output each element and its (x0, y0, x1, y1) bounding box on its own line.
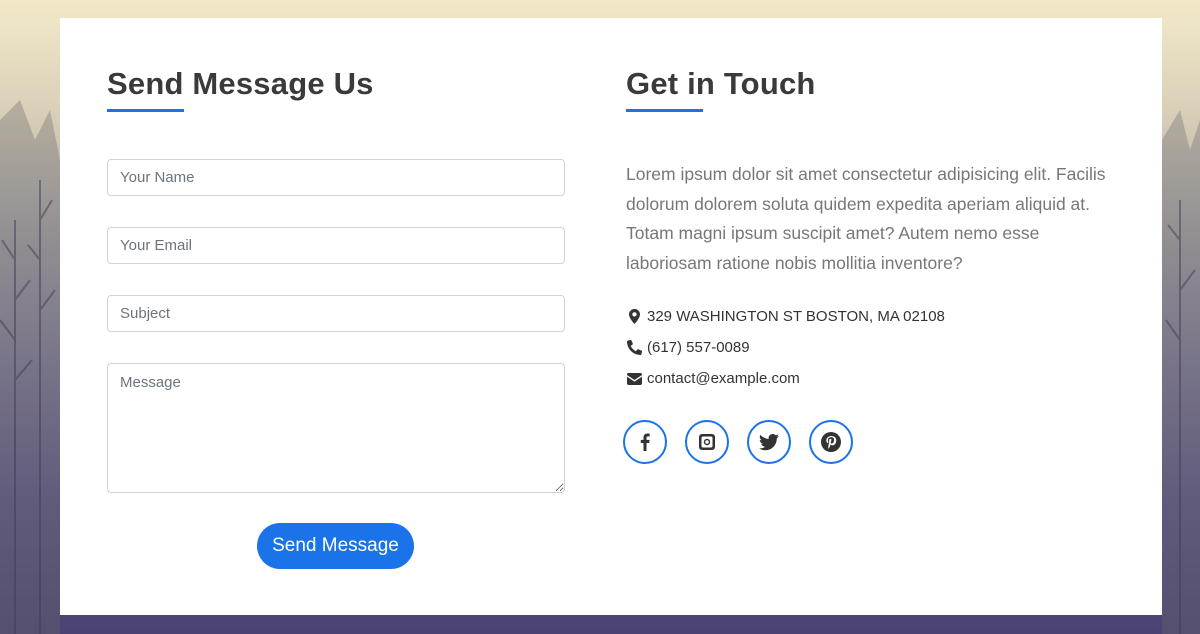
instagram-icon (699, 434, 715, 450)
phone-text: (617) 557-0089 (647, 339, 750, 356)
contact-heading: Get in Touch (626, 66, 816, 101)
send-message-button[interactable]: Send Message (257, 523, 414, 569)
twitter-icon (759, 433, 779, 450)
name-input[interactable] (107, 159, 565, 196)
email-input[interactable] (107, 227, 565, 264)
message-textarea[interactable] (107, 363, 565, 493)
form-heading: Send Message Us (107, 66, 374, 101)
facebook-icon (640, 433, 650, 451)
subject-input[interactable] (107, 295, 565, 332)
phone-row: (617) 557-0089 (626, 339, 750, 356)
envelope-icon (626, 371, 642, 387)
pinterest-icon (821, 432, 841, 452)
facebook-link[interactable] (623, 420, 667, 464)
address-text: 329 WASHINGTON ST BOSTON, MA 02108 (647, 308, 945, 325)
pinterest-link[interactable] (809, 420, 853, 464)
contact-heading-underline (626, 109, 703, 112)
twitter-link[interactable] (747, 420, 791, 464)
contact-card: Send Message Us Send Message Get in Touc… (60, 18, 1162, 615)
email-row: contact@example.com (626, 370, 800, 387)
phone-icon (626, 340, 642, 356)
email-text: contact@example.com (647, 370, 800, 387)
address-row: 329 WASHINGTON ST BOSTON, MA 02108 (626, 308, 945, 325)
form-heading-underline (107, 109, 184, 112)
instagram-link[interactable] (685, 420, 729, 464)
contact-description: Lorem ipsum dolor sit amet consectetur a… (626, 164, 1106, 273)
map-marker-icon (626, 309, 642, 325)
